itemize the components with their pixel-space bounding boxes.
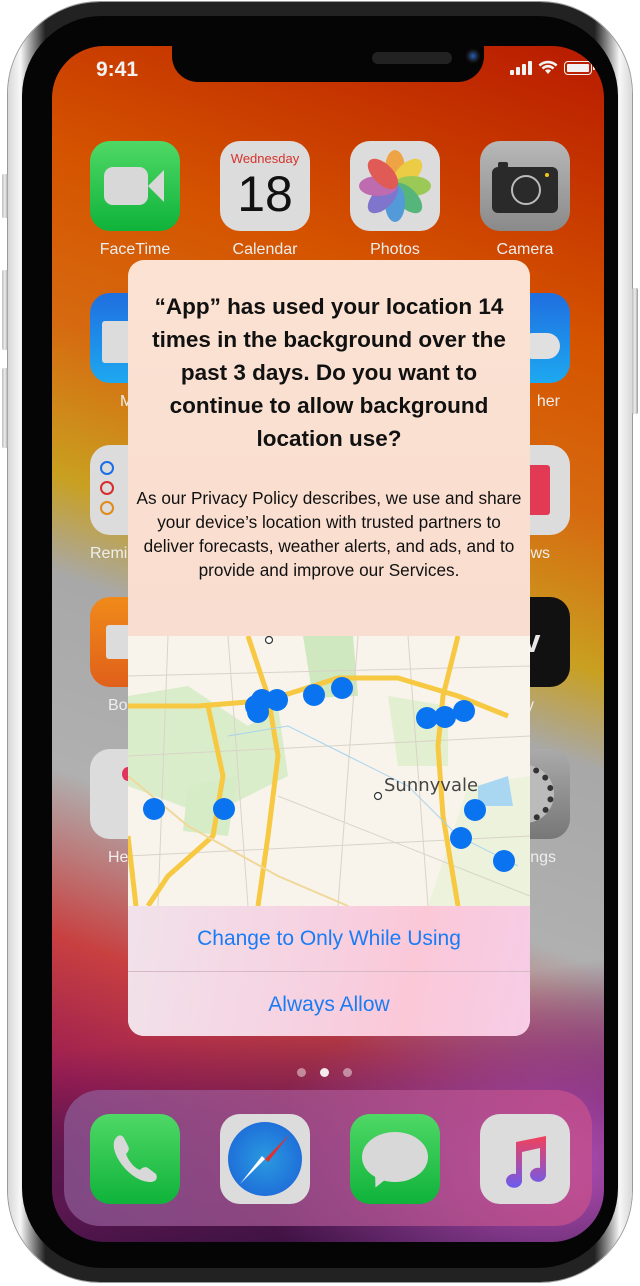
alert-buttons: Change to Only While Using Always Allow — [128, 906, 530, 1036]
location-pin — [247, 701, 269, 723]
app-label: Calendar — [232, 241, 298, 258]
safari-icon[interactable] — [220, 1114, 310, 1204]
change-to-while-using-button[interactable]: Change to Only While Using — [128, 906, 530, 971]
volume-up-button — [2, 270, 8, 350]
app-label: Camera — [496, 241, 554, 258]
location-history-map: Sunnyvale — [128, 636, 530, 906]
status-time: 9:41 — [96, 58, 139, 81]
alert-title: “App” has used your location 14 times in… — [152, 294, 506, 451]
location-pin — [213, 798, 235, 820]
location-pin — [434, 706, 456, 728]
calendar-icon: Wednesday 18 — [220, 141, 310, 231]
home-screen: 9:41 FaceTime Wednesday 18 Calendar Phot… — [52, 46, 604, 1242]
silent-switch — [2, 174, 8, 218]
location-pin — [266, 689, 288, 711]
photos-flower — [359, 150, 431, 222]
messages-icon[interactable] — [350, 1114, 440, 1204]
calendar-day-name: Wednesday — [230, 151, 300, 166]
photos-icon — [350, 141, 440, 231]
earpiece-speaker — [372, 52, 452, 64]
camera-icon — [480, 141, 570, 231]
dock — [64, 1090, 592, 1226]
app-photos[interactable]: Photos — [350, 141, 440, 259]
location-pin — [493, 850, 515, 872]
page-indicator[interactable] — [297, 1068, 352, 1077]
app-facetime[interactable]: FaceTime — [90, 141, 180, 259]
map-city-label: Sunnyvale — [384, 775, 478, 796]
app-calendar[interactable]: Wednesday 18 Calendar — [220, 141, 310, 259]
volume-down-button — [2, 368, 8, 448]
map-canvas: Sunnyvale — [128, 636, 530, 906]
calendar-day-number: 18 — [237, 166, 293, 222]
battery-icon — [564, 60, 595, 75]
wifi-icon — [538, 60, 558, 74]
page-dot[interactable] — [343, 1068, 352, 1077]
cellular-signal-icon — [510, 60, 532, 75]
front-camera — [466, 49, 480, 63]
status-icons — [510, 60, 595, 75]
app-label: FaceTime — [99, 241, 171, 258]
page-dot[interactable] — [297, 1068, 306, 1077]
notch — [172, 46, 484, 82]
page-dot-active[interactable] — [320, 1068, 329, 1077]
location-pin — [450, 827, 472, 849]
location-alert-dialog: “App” has used your location 14 times in… — [128, 260, 530, 1036]
app-label: Photos — [370, 241, 420, 258]
side-button — [632, 288, 638, 414]
location-pin — [464, 799, 486, 821]
location-pin — [143, 798, 165, 820]
location-pin — [331, 677, 353, 699]
location-pin — [453, 700, 475, 722]
iphone-frame: 9:41 FaceTime Wednesday 18 Calendar Phot… — [2, 2, 638, 1282]
alert-message: As our Privacy Policy describes, we use … — [136, 488, 522, 580]
music-icon[interactable] — [480, 1114, 570, 1204]
app-camera[interactable]: Camera — [480, 141, 570, 259]
phone-icon[interactable] — [90, 1114, 180, 1204]
always-allow-button[interactable]: Always Allow — [128, 972, 530, 1036]
facetime-icon — [90, 141, 180, 231]
location-pin — [303, 684, 325, 706]
